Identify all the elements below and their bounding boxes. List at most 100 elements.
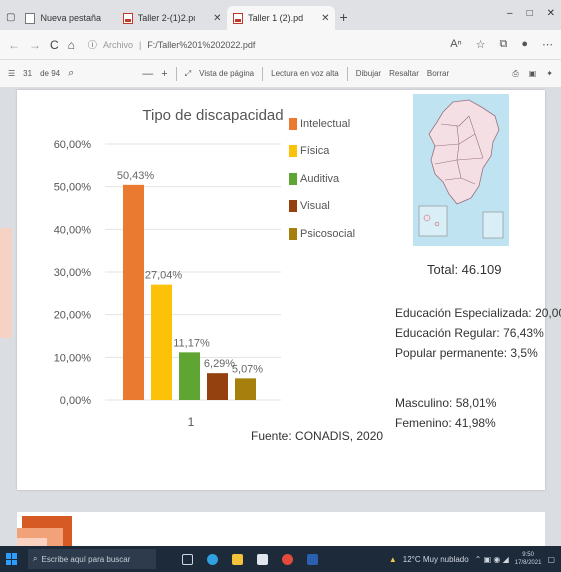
bar-value-label: 27,04% xyxy=(145,270,183,282)
y-tick-label: 40,00% xyxy=(54,224,92,236)
pdf-page: Tipo de discapacidad 0,00% 10,00% 20,00% 30… xyxy=(17,90,561,490)
pdf-viewer: Tipo de discapacidad 0,00% 10,00% 20,00% 30… xyxy=(0,88,561,546)
page-icon xyxy=(25,12,36,24)
pin-icon[interactable]: ✦ xyxy=(546,69,553,78)
y-tick-label: 60,00% xyxy=(54,139,92,151)
taskbar-search[interactable]: ⌕ Escribe aquí para buscar xyxy=(28,549,156,569)
bar-value-label: 11,17% xyxy=(173,337,210,349)
word-icon[interactable] xyxy=(307,553,318,565)
read-mode-icon[interactable]: Aⁿ xyxy=(450,38,461,51)
clock[interactable]: 9:50 17/8/2021 xyxy=(515,551,542,567)
chart-source: Fuente: CONADIS, 2020 xyxy=(251,429,383,443)
tab-taller-1[interactable]: Taller 1 (2).pdf ✕ xyxy=(227,6,336,30)
contents-icon[interactable]: ☰ xyxy=(8,69,15,78)
search-icon[interactable]: ⌕ xyxy=(68,67,74,80)
legend-label: Física xyxy=(300,145,330,158)
more-icon[interactable]: ⋯ xyxy=(542,38,553,51)
legend-label: Intelectual xyxy=(300,117,351,130)
chart-legend: Intelectual Física Auditiva Visual Psico… xyxy=(289,110,355,248)
search-icon: ⌕ xyxy=(33,554,38,563)
tab-actions-icon[interactable]: ▢ xyxy=(6,12,15,23)
highlight-button[interactable]: Resaltar xyxy=(389,69,419,78)
new-tab-button[interactable]: + xyxy=(339,9,347,25)
collections-icon[interactable]: ⧉ xyxy=(499,38,507,51)
bar-fsica xyxy=(151,284,172,400)
address-bar: ← → C ⌂ ⓘ Archivo | F:/Taller%201%202022… xyxy=(0,30,561,60)
legend-swatch xyxy=(289,200,297,213)
search-placeholder: Escribe aquí para buscar xyxy=(41,554,131,564)
total-label: Total: 46.109 xyxy=(427,262,502,277)
forward-icon[interactable]: → xyxy=(29,38,41,52)
bar-auditiva xyxy=(179,352,200,400)
page-number-input[interactable]: 31 xyxy=(23,69,32,78)
y-tick-label: 30,00% xyxy=(54,267,92,279)
task-view-icon[interactable] xyxy=(182,553,193,565)
fit-page-icon[interactable]: ⤢ xyxy=(185,69,191,79)
weather-text[interactable]: 12°C Muy nublado xyxy=(403,555,469,564)
close-window-button[interactable]: ✕ xyxy=(547,8,555,19)
url-scheme: Archivo xyxy=(102,39,133,50)
x-tick-label: 1 xyxy=(188,415,195,429)
tab-label: Taller 2-(1)2.pdf xyxy=(137,13,196,23)
weather-icon[interactable]: ▲ xyxy=(389,555,397,564)
tab-new[interactable]: Nueva pestaña xyxy=(19,6,117,30)
legend-label: Visual xyxy=(300,200,330,213)
tab-label: Nueva pestaña xyxy=(40,13,101,23)
favorite-icon[interactable]: ☆ xyxy=(476,38,486,51)
tab-label: Taller 1 (2).pdf xyxy=(248,13,304,23)
zoom-out-button[interactable]: — xyxy=(142,68,153,80)
zoom-in-button[interactable]: + xyxy=(161,68,167,80)
y-tick-label: 0,00% xyxy=(60,395,91,407)
legend-swatch xyxy=(289,227,297,240)
education-line: Educación Especializada: 20,00% xyxy=(395,306,561,320)
file-explorer-icon[interactable] xyxy=(232,553,243,565)
bar-value-label: 50,43% xyxy=(117,170,155,182)
legend-item: Intelectual xyxy=(289,110,355,138)
clock-date: 17/8/2021 xyxy=(514,560,542,566)
y-tick-label: 50,00% xyxy=(54,182,92,194)
close-tab-icon[interactable]: ✕ xyxy=(321,13,329,24)
tab-taller-2[interactable]: Taller 2-(1)2.pdf ✕ xyxy=(117,6,227,30)
refresh-icon[interactable]: C xyxy=(50,38,59,52)
legend-item: Auditiva xyxy=(289,165,355,193)
bar-value-label: 6,29% xyxy=(204,358,235,370)
next-page xyxy=(17,512,545,546)
bar-psicosocial xyxy=(235,378,256,400)
draw-button[interactable]: Dibujar xyxy=(356,69,381,78)
info-icon: ⓘ xyxy=(87,40,97,50)
home-icon[interactable]: ⌂ xyxy=(68,38,75,52)
legend-item: Física xyxy=(289,138,355,166)
page-decoration xyxy=(17,538,47,546)
bar-value-label: 5,07% xyxy=(232,363,263,375)
y-tick-label: 10,00% xyxy=(54,352,92,364)
read-aloud-button[interactable]: Lectura en voz alta xyxy=(271,69,339,78)
clock-time: 9:50 xyxy=(522,552,534,558)
gender-line: Masculino: 58,01% xyxy=(395,396,497,410)
education-line: Educación Regular: 76,43% xyxy=(395,326,544,340)
legend-label: Auditiva xyxy=(300,172,340,185)
url-text: F:/Taller%201%202022.pdf xyxy=(147,39,256,50)
save-icon[interactable]: ▣ xyxy=(529,69,537,78)
close-tab-icon[interactable]: ✕ xyxy=(213,13,221,24)
legend-label: Psicosocial xyxy=(300,227,356,240)
back-icon[interactable]: ← xyxy=(8,38,20,52)
legend-swatch xyxy=(289,145,297,158)
tray-icons[interactable]: ⌃ ▣ ◉ ◢ xyxy=(475,555,509,564)
erase-button[interactable]: Borrar xyxy=(427,69,449,78)
edge-icon[interactable] xyxy=(207,553,218,565)
legend-swatch xyxy=(289,117,297,130)
minimize-button[interactable]: – xyxy=(507,8,513,19)
chrome-icon[interactable] xyxy=(282,553,293,565)
profile-icon[interactable]: ● xyxy=(521,38,528,51)
page-total: de 94 xyxy=(40,69,61,78)
windows-start-icon[interactable] xyxy=(6,553,18,565)
page-view-button[interactable]: Vista de página xyxy=(199,69,254,78)
maximize-button[interactable]: □ xyxy=(527,8,533,19)
pdf-toolbar: ☰ 31 de 94 ⌕ — + ⤢ Vista de página Lectu… xyxy=(0,60,561,88)
store-icon[interactable] xyxy=(257,553,268,565)
notifications-icon[interactable]: ▢ xyxy=(547,555,555,564)
url-field[interactable]: ⓘ Archivo | F:/Taller%201%202022.pdf xyxy=(88,38,255,51)
legend-item: Visual xyxy=(289,193,355,221)
print-icon[interactable]: ⎙ xyxy=(512,69,518,79)
page-decoration xyxy=(0,228,12,338)
